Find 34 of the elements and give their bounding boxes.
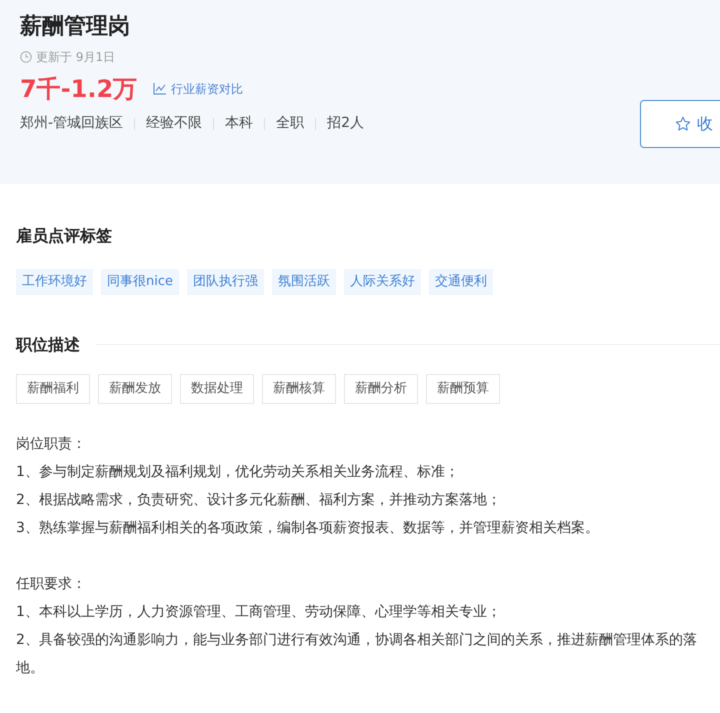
- description-line: 2、根据战略需求，负责研究、设计多元化薪酬、福利方案，并推动方案落地；: [16, 491, 502, 510]
- job-fact: 郑州-管城回族区: [20, 114, 124, 133]
- star-icon: [675, 116, 691, 132]
- skill-tag: 薪酬分析: [344, 374, 418, 404]
- skill-tag: 数据处理: [180, 374, 254, 404]
- skill-tag: 薪酬核算: [262, 374, 336, 404]
- skill-tag: 薪酬预算: [426, 374, 500, 404]
- description-line: 1、参与制定薪酬规划及福利规划，优化劳动关系相关业务流程、标准；: [16, 463, 460, 482]
- section-heading: 职位描述: [16, 335, 80, 354]
- review-tag: 同事很nice: [101, 269, 179, 296]
- clock-icon: [20, 51, 32, 63]
- review-tag: 交通便利: [429, 269, 493, 296]
- description-line: 岗位职责：: [16, 435, 87, 454]
- favorite-button[interactable]: 收: [640, 100, 720, 148]
- salary-range: 7千-1.2万: [20, 74, 138, 104]
- description-line: 3、熟练掌握与薪酬福利相关的各项政策，编制各项薪资报表、数据等，并管理薪资相关档案。: [16, 519, 600, 538]
- description-line: 任职要求：: [16, 575, 87, 594]
- review-tag: 工作环境好: [16, 269, 93, 296]
- salary-comparison-link[interactable]: 行业薪资对比: [153, 80, 244, 98]
- job-fact: 全职: [276, 114, 304, 133]
- review-tag: 氛围活跃: [272, 269, 336, 296]
- job-fact: 招2人: [327, 114, 364, 133]
- review-tag: 团队执行强: [187, 269, 264, 296]
- job-title: 薪酬管理岗: [20, 13, 131, 41]
- section-heading: 雇员点评标签: [16, 226, 113, 246]
- update-date: 更新于 9月1日: [36, 49, 116, 66]
- description-line: 1、本科以上学历，人力资源管理、工商管理、劳动保障、心理学等相关专业；: [16, 603, 502, 622]
- job-fact: 经验不限: [146, 114, 202, 133]
- chart-icon: [153, 83, 166, 95]
- job-fact: 本科: [225, 114, 254, 133]
- review-tag: 人际关系好: [344, 269, 421, 296]
- skill-tag: 薪酬发放: [98, 374, 172, 404]
- skill-tag: 薪酬福利: [16, 374, 90, 404]
- description-line: 2、具备较强的沟通影响力，能与业务部门进行有效沟通，协调各相关部门之间的关系，推进薪酬管理体系的落地。: [16, 631, 698, 678]
